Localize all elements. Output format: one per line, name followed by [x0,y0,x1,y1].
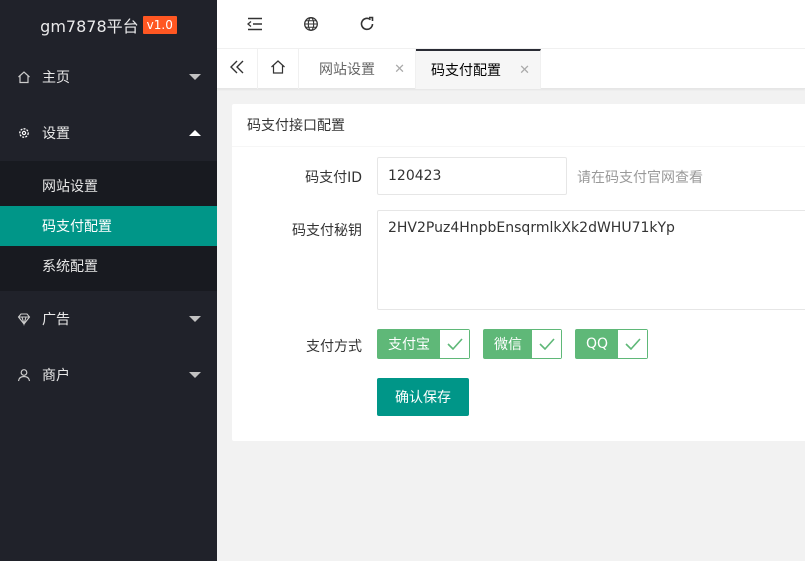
logo[interactable]: gm7878平台 v1.0 [0,0,217,49]
sidebar-item-label: 设置 [42,126,70,142]
codepay-config-card: 码支付接口配置 码支付ID 120423 请在码支付官网查看 码支付秘钥 2HV… [232,104,805,441]
user-icon [17,368,31,382]
globe-icon[interactable] [301,14,321,34]
sidebar-subitem-system-config[interactable]: 系统配置 [0,246,217,286]
alipay-checkbox[interactable]: 支付宝 [377,329,470,359]
tab-scroll-left-button[interactable] [217,49,258,89]
codepay-secret-label: 码支付秘钥 [292,223,362,239]
check-icon [532,330,561,358]
codepay-id-label: 码支付ID [305,170,362,186]
codepay-id-hint: 请在码支付官网查看 [577,170,703,186]
sidebar-item-label: 商户 [42,368,70,384]
card-title: 码支付接口配置 [232,104,805,147]
sidebar-subitem-codepay-config[interactable]: 码支付配置 [0,206,217,246]
check-icon [440,330,469,358]
tab-website-settings[interactable]: 网站设置 ✕ [304,49,416,89]
chevron-down-icon [189,372,201,378]
wechat-checkbox[interactable]: 微信 [483,329,562,359]
settings-submenu: 网站设置 码支付配置 系统配置 [0,161,217,291]
sidebar-subitem-website-settings[interactable]: 网站设置 [0,166,217,206]
sidebar-item-label: 主页 [42,70,70,86]
tab-bar: 网站设置 ✕ 码支付配置 ✕ [217,49,805,89]
sidebar-item-ads[interactable]: 广告 [0,291,217,347]
top-header [217,0,805,49]
payment-method-label: 支付方式 [306,339,362,355]
save-button[interactable]: 确认保存 [377,378,469,416]
checkbox-label: 微信 [484,330,532,358]
checkbox-label: 支付宝 [378,330,440,358]
sidebar: gm7878平台 v1.0 主页 设置 网站设置 码支付配置 系统配置 广告 商… [0,0,217,561]
close-icon[interactable]: ✕ [394,62,405,77]
chevron-down-icon [189,316,201,322]
chevron-down-icon [189,74,201,80]
chevron-up-icon [189,130,201,136]
logo-text: gm7878平台 [40,16,139,36]
diamond-icon [17,312,31,326]
qq-checkbox[interactable]: QQ [575,329,649,359]
codepay-id-input[interactable]: 120423 [377,157,567,195]
shrink-menu-icon[interactable] [245,14,265,34]
home-icon [270,59,286,79]
sidebar-item-label: 广告 [42,312,70,328]
tab-codepay-config[interactable]: 码支付配置 ✕ [416,49,541,89]
close-icon[interactable]: ✕ [519,63,530,78]
sidebar-item-home[interactable]: 主页 [0,49,217,105]
home-icon [17,70,31,84]
checkbox-label: QQ [576,330,619,358]
version-badge: v1.0 [142,15,177,34]
codepay-secret-textarea[interactable]: 2HV2Puz4HnpbEnsqrmlkXk2dWHU71kYp [377,210,805,310]
tab-label: 码支付配置 [431,63,501,79]
check-icon [618,330,648,358]
sidebar-item-merchants[interactable]: 商户 [0,347,217,403]
refresh-icon[interactable] [357,14,377,34]
tab-label: 网站设置 [319,62,375,78]
double-chevron-left-icon [229,60,245,78]
sidebar-item-settings[interactable]: 设置 [0,105,217,161]
tab-home-button[interactable] [258,49,299,89]
gear-icon [17,126,31,140]
